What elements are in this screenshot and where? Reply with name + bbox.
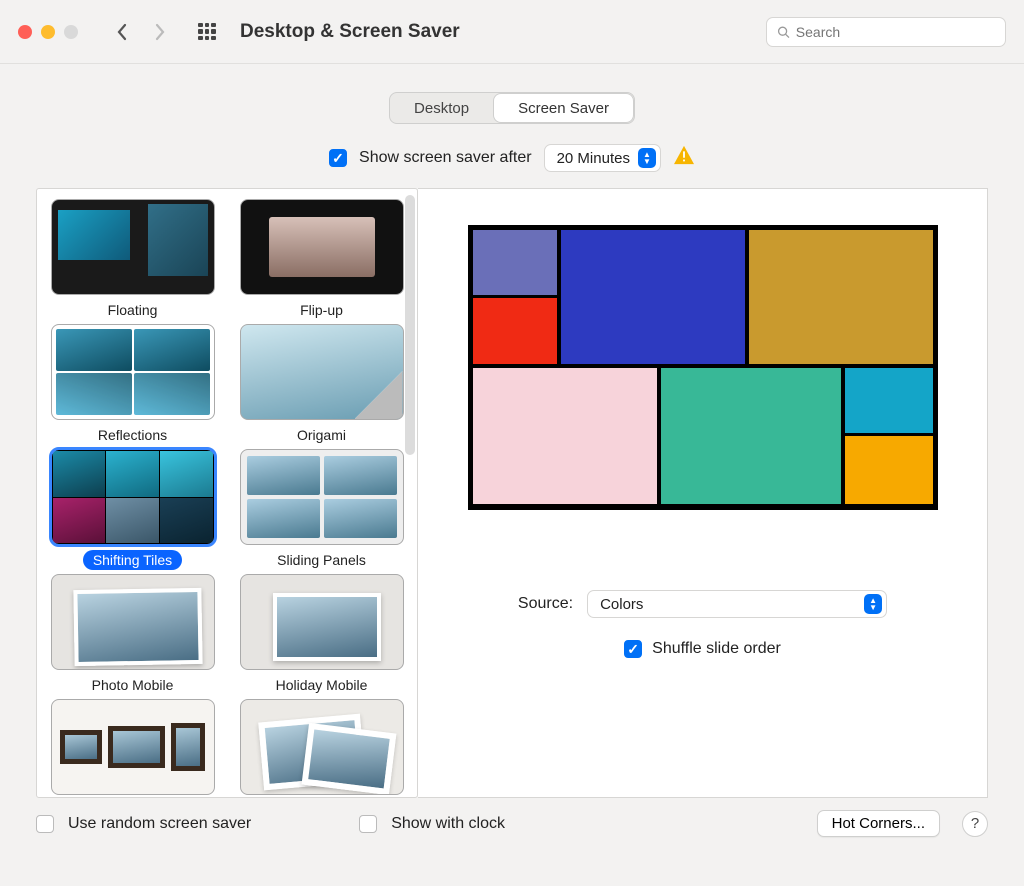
- tab-screensaver[interactable]: Screen Saver: [494, 94, 633, 122]
- source-label: Source:: [518, 595, 573, 613]
- screensaver-list[interactable]: Floating Flip-up Reflections Origami Shiftin…: [36, 188, 418, 798]
- screensaver-item-shifting[interactable]: Shifting Tiles: [47, 449, 218, 570]
- screensaver-item-photowall[interactable]: Photo Wall: [47, 699, 218, 798]
- screensaver-thumbnail: [240, 449, 404, 545]
- hot-corners-button[interactable]: Hot Corners...: [817, 810, 940, 837]
- screensaver-item-reflections[interactable]: Reflections: [47, 324, 218, 445]
- window-controls: [18, 25, 78, 39]
- duration-value: 20 Minutes: [557, 150, 630, 167]
- screensaver-thumbnail: [51, 699, 215, 795]
- screensaver-item-photomobile[interactable]: Photo Mobile: [47, 574, 218, 695]
- close-window-button[interactable]: [18, 25, 32, 39]
- search-input[interactable]: [796, 24, 995, 40]
- clock-label: Show with clock: [391, 815, 505, 833]
- preview-tile: [747, 228, 935, 366]
- screensaver-thumbnail: [51, 449, 215, 545]
- tab-desktop[interactable]: Desktop: [390, 93, 493, 123]
- preview-tile: [659, 366, 843, 506]
- screensaver-label: Photo Mobile: [82, 675, 184, 695]
- screensaver-thumbnail: [240, 574, 404, 670]
- show-all-icon[interactable]: [198, 23, 216, 41]
- source-row: Source: Colors ▲▼: [518, 590, 887, 618]
- screensaver-item-holiday[interactable]: Holiday Mobile: [236, 574, 407, 695]
- back-button[interactable]: [108, 18, 136, 46]
- search-field[interactable]: [766, 17, 1006, 47]
- preview-tile: [559, 228, 747, 366]
- screensaver-label: Sliding Panels: [267, 550, 376, 570]
- screensaver-thumbnail: [51, 324, 215, 420]
- preview-pane: Source: Colors ▲▼ Shuffle slide order: [418, 188, 988, 798]
- screensaver-label: Holiday Mobile: [266, 675, 378, 695]
- chevron-updown-icon: ▲▼: [864, 594, 882, 614]
- minimize-window-button[interactable]: [41, 25, 55, 39]
- show-after-label: Show screen saver after: [359, 149, 532, 167]
- screensaver-label: Flip-up: [290, 300, 353, 320]
- shuffle-checkbox[interactable]: [624, 640, 642, 658]
- forward-button[interactable]: [146, 18, 174, 46]
- screensaver-item-flipup[interactable]: Flip-up: [236, 199, 407, 320]
- search-icon: [777, 25, 790, 39]
- screensaver-label: Shifting Tiles: [83, 550, 182, 570]
- shuffle-row: Shuffle slide order: [624, 640, 781, 658]
- show-after-checkbox[interactable]: [329, 149, 347, 167]
- main-area: Floating Flip-up Reflections Origami Shiftin…: [36, 188, 988, 798]
- source-value: Colors: [600, 596, 643, 613]
- zoom-window-button: [64, 25, 78, 39]
- random-checkbox[interactable]: [36, 815, 54, 833]
- titlebar: Desktop & Screen Saver: [0, 0, 1024, 64]
- screensaver-preview: [468, 225, 938, 510]
- random-label: Use random screen saver: [68, 815, 251, 833]
- help-button[interactable]: ?: [962, 811, 988, 837]
- clock-checkbox[interactable]: [359, 815, 377, 833]
- bottom-bar: Use random screen saver Show with clock …: [0, 798, 1024, 837]
- screensaver-thumbnail: [240, 199, 404, 295]
- chevron-left-icon: [116, 23, 128, 41]
- screensaver-thumbnail: [240, 699, 404, 795]
- screensaver-thumbnail: [51, 574, 215, 670]
- tab-bar: Desktop Screen Saver: [0, 92, 1024, 124]
- scrollbar[interactable]: [405, 195, 415, 455]
- preview-tile: [471, 366, 659, 506]
- screensaver-item-vintage[interactable]: Vintage Prints: [236, 699, 407, 798]
- source-dropdown[interactable]: Colors ▲▼: [587, 590, 887, 618]
- warning-icon: [673, 145, 695, 171]
- segmented-control: Desktop Screen Saver: [389, 92, 635, 124]
- chevron-updown-icon: ▲▼: [638, 148, 656, 168]
- screensaver-label: Origami: [287, 425, 356, 445]
- timing-row: Show screen saver after 20 Minutes ▲▼: [0, 144, 1024, 172]
- preview-tile: [843, 366, 935, 506]
- screensaver-label: Reflections: [88, 425, 177, 445]
- screensaver-item-sliding[interactable]: Sliding Panels: [236, 449, 407, 570]
- window-title: Desktop & Screen Saver: [240, 21, 460, 43]
- screensaver-label: Floating: [98, 300, 168, 320]
- screensaver-item-floating[interactable]: Floating: [47, 199, 218, 320]
- screensaver-thumbnail: [240, 324, 404, 420]
- shuffle-label: Shuffle slide order: [652, 640, 781, 658]
- chevron-right-icon: [154, 23, 166, 41]
- screensaver-item-origami[interactable]: Origami: [236, 324, 407, 445]
- screensaver-thumbnail: [51, 199, 215, 295]
- duration-dropdown[interactable]: 20 Minutes ▲▼: [544, 144, 661, 172]
- preview-tile: [471, 228, 559, 366]
